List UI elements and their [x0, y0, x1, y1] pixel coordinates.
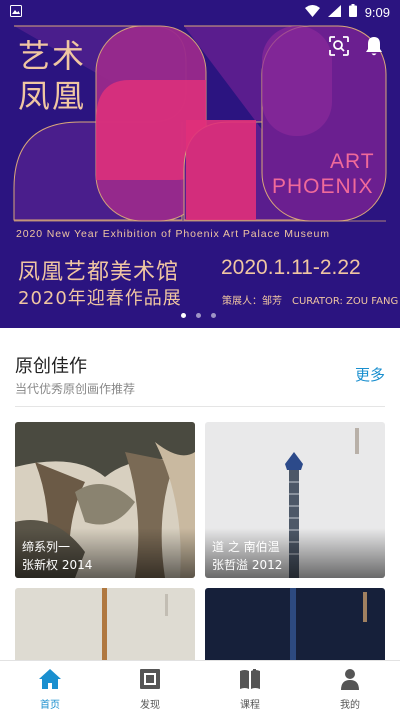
bell-icon — [364, 35, 384, 61]
home-icon — [38, 667, 62, 691]
nav-item-profile[interactable]: 我的 — [300, 661, 400, 711]
carousel-dots — [181, 313, 216, 318]
hero-show-title: 2020年迎春作品展 — [18, 288, 182, 309]
bottom-nav: 首页 发现 课程 我的 — [0, 660, 400, 711]
scan-icon — [328, 35, 350, 61]
app-screen: 9:09 艺术凤凰 ART PHOENIX 2020 New Year Exhi… — [0, 0, 400, 711]
carousel-dot[interactable] — [211, 313, 216, 318]
hero-title-cn: 艺术凤凰 — [18, 37, 87, 115]
section-divider — [15, 406, 385, 407]
nav-label: 我的 — [340, 700, 360, 711]
hero-art-word-2: PHOENIX — [272, 175, 374, 198]
card-title: 缔系列一 — [22, 540, 71, 554]
artwork-card[interactable] — [15, 588, 195, 663]
hero-art-word-1: ART — [330, 150, 375, 173]
wifi-icon — [304, 4, 320, 20]
card-title: 道 之 南伯温 — [212, 540, 280, 554]
carousel-dot[interactable] — [196, 313, 201, 318]
hero-curator: 策展人：邹芳 CURATOR: ZOU FANG — [222, 292, 398, 307]
artwork-image — [205, 588, 385, 663]
artwork-card[interactable]: 道 之 南伯温 张哲溢 2012 — [205, 422, 385, 578]
artwork-image — [15, 588, 195, 663]
hero-curator-en: CURATOR: ZOU FANG — [292, 296, 399, 307]
scan-button[interactable] — [327, 36, 351, 60]
nav-item-discover[interactable]: 发现 — [100, 661, 200, 711]
status-bar: 9:09 — [0, 0, 400, 24]
more-link[interactable]: 更多 — [355, 364, 385, 385]
nav-label: 发现 — [140, 700, 160, 711]
battery-icon — [348, 4, 357, 20]
nav-item-home[interactable]: 首页 — [0, 661, 100, 711]
person-icon — [338, 667, 362, 691]
status-time: 9:09 — [364, 4, 390, 20]
hero-subtitle-en: 2020 New Year Exhibition of Phoenix Art … — [16, 228, 330, 240]
gallery-status-icon — [10, 4, 22, 20]
carousel-dot[interactable] — [181, 313, 186, 318]
card-author: 张新权 2014 — [22, 558, 93, 572]
section-subtitle: 当代优秀原创画作推荐 — [15, 382, 136, 396]
artwork-card[interactable] — [205, 588, 385, 663]
hero-venue: 凤凰艺都美术馆 — [18, 260, 180, 285]
nav-label: 课程 — [240, 700, 260, 711]
book-icon — [238, 667, 262, 691]
signal-icon — [327, 4, 341, 20]
notification-button[interactable] — [362, 36, 386, 60]
nav-item-courses[interactable]: 课程 — [200, 661, 300, 711]
section-header: 原创佳作 当代优秀原创画作推荐 更多 — [0, 328, 400, 408]
nav-label: 首页 — [40, 700, 60, 711]
discover-icon — [138, 667, 162, 691]
section-title: 原创佳作 — [15, 356, 87, 377]
hero-banner[interactable]: 9:09 艺术凤凰 ART PHOENIX 2020 New Year Exhi… — [0, 0, 400, 328]
card-author: 张哲溢 2012 — [212, 558, 283, 572]
artwork-card[interactable]: 缔系列一 张新权 2014 — [15, 422, 195, 578]
hero-dates: 2020.1.11-2.22 — [221, 256, 361, 279]
hero-curator-cn: 策展人：邹芳 — [222, 296, 282, 307]
